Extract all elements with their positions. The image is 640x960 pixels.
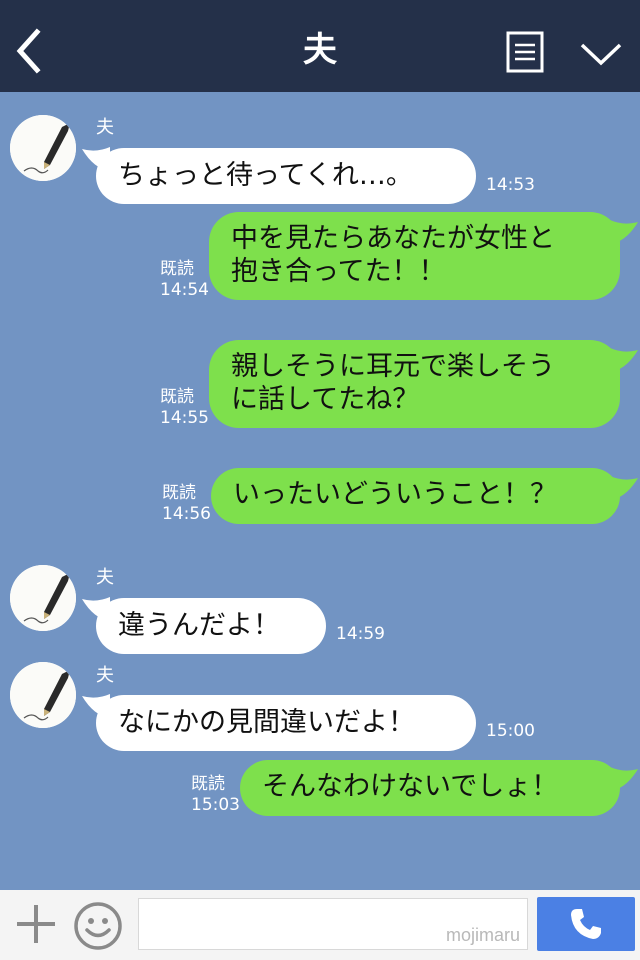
message-bubble[interactable]: そんなわけないでしょ！ — [240, 760, 620, 816]
message-time: 14:54 — [160, 280, 209, 300]
read-receipt: 既読 14:56 — [162, 483, 211, 524]
message-text: に話してたね？ — [231, 384, 420, 415]
message-bubble[interactable]: 中を見たらあなたが女性と 抱き合ってた！！ — [209, 212, 620, 300]
sender-name: 夫 — [96, 665, 114, 686]
menu-button[interactable] — [506, 31, 544, 73]
message-bubble[interactable]: ちょっと待ってくれ…。 — [96, 148, 476, 204]
note-list-icon — [506, 31, 544, 73]
pen-icon — [10, 662, 76, 728]
phone-icon — [571, 909, 601, 939]
message-list[interactable]: 夫 ちょっと待ってくれ…。 14:53 既読 14:54 中を見たらあなたが女性… — [0, 92, 640, 890]
pen-icon — [10, 115, 76, 181]
plus-icon — [17, 905, 55, 943]
message-time: 14:55 — [160, 408, 209, 428]
message-time: 14:59 — [336, 624, 385, 644]
avatar[interactable] — [10, 115, 76, 181]
emoji-button[interactable] — [73, 901, 123, 951]
read-receipt: 既読 14:54 — [160, 259, 209, 300]
avatar[interactable] — [10, 662, 76, 728]
chat-header: 夫 — [0, 0, 640, 92]
avatar[interactable] — [10, 565, 76, 631]
message-bubble[interactable]: いったいどういうこと！？ — [211, 468, 620, 524]
message-time: 14:56 — [162, 504, 211, 524]
back-button[interactable] — [10, 26, 50, 76]
chevron-left-icon — [16, 28, 41, 74]
read-receipt: 既読 14:55 — [160, 387, 209, 428]
pen-icon — [10, 565, 76, 631]
message-text: そんなわけないでしょ！ — [262, 771, 559, 802]
sender-name: 夫 — [96, 117, 114, 138]
message-bubble[interactable]: 違うんだよ！ — [96, 598, 326, 654]
watermark: mojimaru — [445, 925, 520, 945]
message-time: 15:00 — [486, 721, 535, 741]
message-time: 15:03 — [191, 795, 240, 815]
message-text: 違うんだよ！ — [118, 610, 280, 641]
message-composer: mojimaru — [0, 890, 640, 960]
read-receipt: 既読 15:03 — [191, 774, 240, 815]
collapse-button[interactable] — [578, 36, 624, 70]
message-text: ちょっと待ってくれ…。 — [118, 160, 413, 191]
message-bubble[interactable]: 親しそうに耳元で楽しそう に話してたね？ — [209, 340, 620, 428]
message-text: 抱き合ってた！！ — [231, 256, 446, 287]
chat-title: 夫 — [303, 30, 337, 70]
plus-button[interactable] — [14, 902, 58, 946]
message-bubble[interactable]: なにかの見間違いだよ！ — [96, 695, 476, 751]
call-button[interactable] — [537, 897, 635, 951]
sender-name: 夫 — [96, 567, 114, 588]
message-time: 14:53 — [486, 175, 535, 195]
message-text: いったいどういうこと！？ — [233, 479, 557, 510]
message-text: 親しそうに耳元で楽しそう — [231, 351, 555, 382]
chevron-down-icon — [580, 43, 622, 66]
smiley-icon — [74, 902, 122, 950]
message-text: なにかの見間違いだよ！ — [118, 707, 415, 738]
message-text: 中を見たらあなたが女性と — [231, 223, 555, 254]
